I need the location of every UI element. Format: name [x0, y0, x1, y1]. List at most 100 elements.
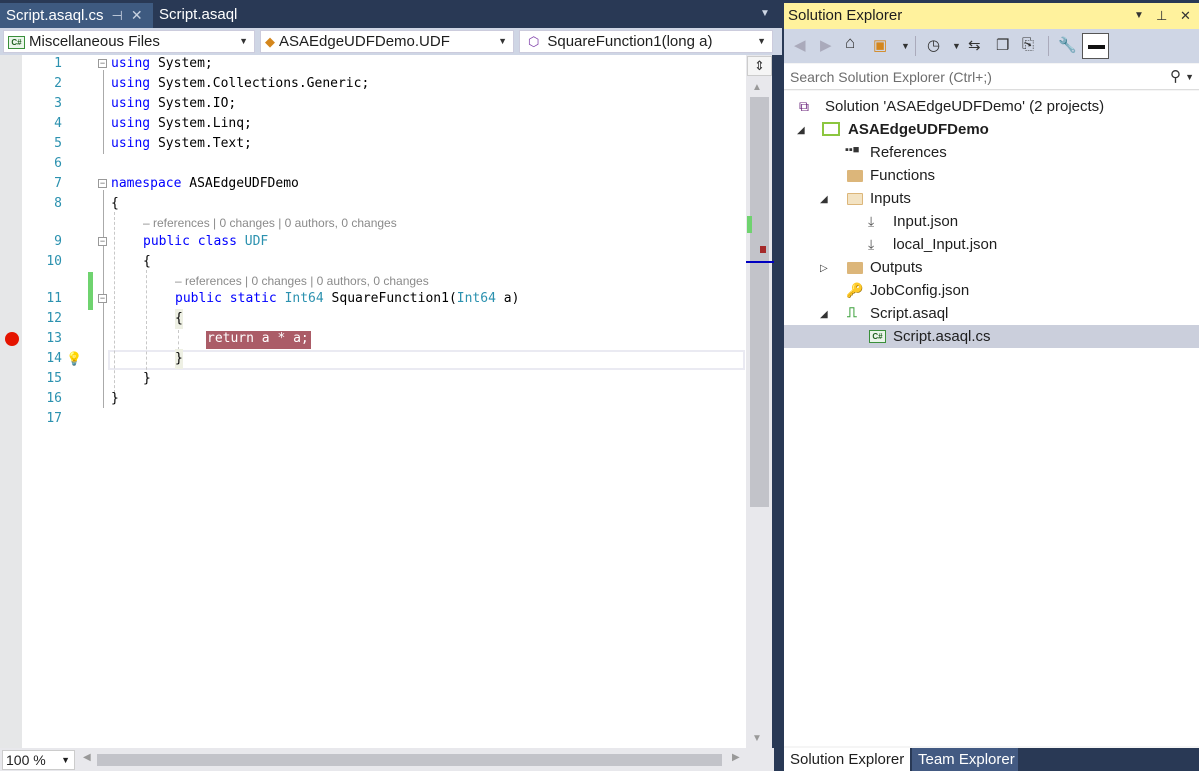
expanded-arrow-icon[interactable]: ◢	[797, 125, 805, 136]
tab-solution-explorer[interactable]: Solution Explorer	[784, 748, 910, 771]
project-icon	[822, 122, 840, 136]
line-number: 14	[46, 351, 62, 366]
keyword: using	[111, 76, 151, 91]
line-number: 5	[54, 136, 62, 151]
indent-guide	[178, 330, 179, 350]
forward-icon[interactable]: ▶	[820, 36, 832, 54]
pending-changes-filter-icon[interactable]: ◷	[927, 36, 940, 54]
code-line[interactable]: {	[175, 309, 183, 329]
type-dropdown[interactable]: ◆ ASAEdgeUDFDemo.UDF ▼	[260, 30, 514, 53]
tree-item-input-json[interactable]: Input.json	[893, 211, 958, 233]
split-window-icon[interactable]: ⇕	[747, 56, 772, 76]
code-line[interactable]: }	[175, 349, 183, 369]
tree-item-jobconfig-json[interactable]: JobConfig.json	[870, 280, 969, 302]
references-icon: ▪▪■	[845, 144, 860, 156]
close-icon[interactable]: ✕	[1180, 3, 1191, 29]
horizontal-scroll-thumb[interactable]	[97, 754, 722, 766]
code-line[interactable]: using System.Linq;	[111, 114, 252, 134]
member-dropdown[interactable]: ⬡ SquareFunction1(long a) ▼	[519, 30, 773, 53]
collapse-icon[interactable]: −	[98, 179, 107, 188]
tree-item-project[interactable]: ASAEdgeUDFDemo	[848, 119, 989, 141]
search-placeholder: Search Solution Explorer (Ctrl+;)	[790, 69, 992, 85]
code-line[interactable]: {	[143, 252, 151, 272]
folder-open-icon	[847, 193, 863, 205]
line-number: 9	[54, 234, 62, 249]
code-line[interactable]: using System.IO;	[111, 94, 236, 114]
tree-item-references[interactable]: References	[870, 142, 947, 164]
scroll-right-arrow-icon[interactable]: ▶	[732, 752, 740, 763]
chevron-down-icon[interactable]: ▼	[952, 41, 961, 51]
panel-title: Solution Explorer	[788, 7, 903, 24]
collapse-icon[interactable]: −	[98, 237, 107, 246]
search-icon[interactable]: ⚲	[1170, 64, 1181, 90]
breakpoint-icon[interactable]	[5, 332, 19, 346]
properties-wrench-icon[interactable]: 🔧	[1058, 36, 1077, 54]
code-line[interactable]: using System.Text;	[111, 134, 252, 154]
collapse-icon[interactable]: −	[98, 294, 107, 303]
collapse-all-icon[interactable]: ❐	[996, 36, 1009, 54]
home-icon[interactable]: ⌂	[845, 33, 855, 53]
scroll-down-arrow-icon[interactable]: ▼	[752, 733, 762, 744]
scroll-left-arrow-icon[interactable]: ◀	[83, 752, 91, 763]
pin-icon[interactable]: ⊣	[112, 8, 123, 23]
codelens-info[interactable]: – references | 0 changes | 0 authors, 0 …	[175, 273, 429, 289]
close-icon[interactable]: ✕	[131, 7, 143, 23]
code-line-breakpoint[interactable]: return a * a;	[207, 329, 309, 349]
code-line[interactable]: using System.Collections.Generic;	[111, 74, 369, 94]
type-name: Int64	[456, 291, 496, 306]
tree-item-inputs[interactable]: Inputs	[870, 188, 911, 210]
expanded-arrow-icon[interactable]: ◢	[820, 309, 828, 320]
tree-item-functions[interactable]: Functions	[870, 165, 935, 187]
code-line[interactable]: {	[111, 194, 119, 214]
code-line[interactable]: using System;	[111, 54, 213, 74]
tree-item-solution[interactable]: Solution 'ASAEdgeUDFDemo' (2 projects)	[825, 96, 1104, 118]
keyword: using	[111, 136, 151, 151]
csharp-file-icon: C#	[869, 330, 886, 343]
tree-item-outputs[interactable]: Outputs	[870, 257, 923, 279]
preview-selected-items-button[interactable]	[1082, 33, 1109, 59]
back-icon[interactable]: ◀	[794, 36, 806, 54]
tree-item-script-asaql[interactable]: Script.asaql	[870, 303, 948, 325]
window-position-chevron-icon[interactable]: ▼	[1134, 3, 1144, 29]
tab-team-explorer[interactable]: Team Explorer	[912, 748, 1018, 771]
folder-icon	[847, 262, 863, 274]
tree-item-local-input-json[interactable]: local_Input.json	[893, 234, 997, 256]
project-dropdown[interactable]: C# Miscellaneous Files ▼	[3, 30, 255, 53]
switch-views-icon[interactable]: ▣	[873, 36, 887, 54]
tab-script-asaql-cs[interactable]: Script.asaql.cs ⊣ ✕	[0, 3, 153, 28]
codelens-info[interactable]: – references | 0 changes | 0 authors, 0 …	[143, 215, 397, 231]
lightbulb-icon[interactable]: 💡	[66, 351, 82, 367]
solution-explorer-title-bar: Solution Explorer ▼ ⊥ ✕	[784, 3, 1199, 29]
zoom-level-dropdown[interactable]: 100 % ▼	[2, 750, 75, 770]
chevron-down-icon[interactable]: ▼	[1185, 64, 1194, 90]
pin-icon[interactable]: ⊥	[1156, 3, 1167, 29]
tab-label: Script.asaql	[159, 6, 238, 23]
toolbar-separator	[1048, 36, 1049, 56]
tab-label: Script.asaql.cs	[6, 7, 104, 24]
code-line[interactable]: public class UDF	[143, 232, 268, 252]
code-line[interactable]: public static Int64 SquareFunction1(Int6…	[175, 289, 519, 309]
code-text: System.Collections.Generic;	[150, 76, 370, 91]
scroll-up-arrow-icon[interactable]: ▲	[752, 82, 762, 93]
chevron-down-icon[interactable]: ▼	[901, 41, 910, 51]
code-line[interactable]: namespace ASAEdgeUDFDemo	[111, 174, 299, 194]
sync-with-active-document-icon[interactable]: ⇆	[968, 36, 981, 54]
tree-item-script-asaql-cs[interactable]: Script.asaql.cs	[893, 326, 991, 348]
indent-guide	[146, 270, 147, 380]
code-text: System.Linq;	[150, 116, 252, 131]
line-number: 7	[54, 176, 62, 191]
code-text: SquareFunction1(	[323, 291, 457, 306]
solution-tree	[784, 91, 1199, 746]
line-number: 1	[54, 56, 62, 71]
code-line[interactable]: }	[111, 389, 119, 409]
vertical-scroll-thumb[interactable]	[750, 97, 769, 507]
collapse-icon[interactable]: −	[98, 59, 107, 68]
expanded-arrow-icon[interactable]: ◢	[820, 194, 828, 205]
show-all-files-icon[interactable]: ⎘	[1022, 36, 1034, 53]
code-line[interactable]: }	[143, 369, 151, 389]
indicator-margin[interactable]	[0, 55, 22, 748]
solution-explorer-search-input[interactable]: Search Solution Explorer (Ctrl+;) ⚲ ▼	[784, 64, 1199, 90]
collapsed-arrow-icon[interactable]: ▷	[820, 263, 828, 274]
tab-overflow-chevron-icon[interactable]: ▼	[760, 8, 770, 19]
tab-script-asaql[interactable]: Script.asaql	[153, 3, 243, 28]
